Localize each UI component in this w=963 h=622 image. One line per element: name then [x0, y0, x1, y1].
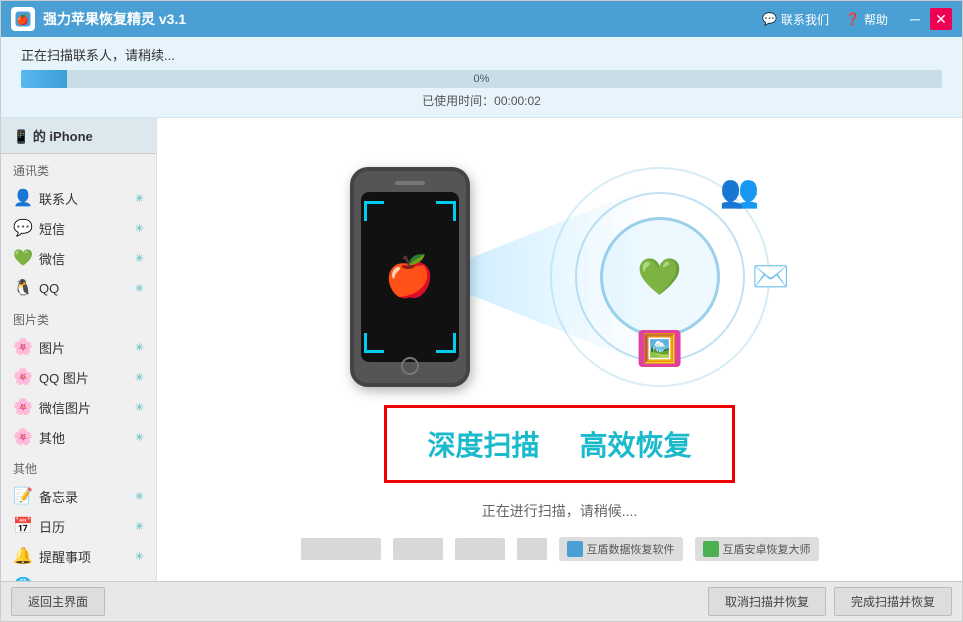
- sidebar-item-wechat[interactable]: 💚 微信 ✳: [1, 243, 156, 273]
- wechat-photos-icon: 🌸: [13, 397, 33, 417]
- cancel-scan-button[interactable]: 取消扫描并恢复: [708, 587, 826, 616]
- sidebar-item-other-photos[interactable]: 🌸 其他 ✳: [1, 422, 156, 452]
- phone-home-button: [401, 357, 419, 375]
- qq-label: QQ: [39, 281, 129, 296]
- titlebar-controls: 💬 联系我们 ❓ 帮助 ─ ✕: [762, 8, 952, 30]
- efficient-recovery-text: 高效恢复: [580, 424, 692, 464]
- notes-label: 备忘录: [39, 487, 129, 506]
- ad-logo-1: [567, 541, 583, 557]
- device-label: 📱 的 iPhone: [1, 118, 156, 154]
- time-label: 已使用时间：00:00:02: [21, 92, 942, 109]
- photos-label: 图片: [39, 338, 129, 357]
- contact-button[interactable]: 💬 联系我们: [762, 11, 829, 28]
- photos-icon: 🌸: [13, 337, 33, 357]
- scan-status-text: 正在进行扫描，请稍候....: [482, 501, 638, 521]
- main-layout: 📱 的 iPhone 通讯类 👤 联系人 ✳ 💬 短信 ✳ 💚 微信 ✳ �: [1, 118, 962, 581]
- progress-fill: [21, 70, 67, 88]
- sidebar-item-safari[interactable]: 🌐 Safari ✳: [1, 571, 156, 581]
- app-window: 🍎 强力苹果恢复精灵 v3.1 💬 联系我们 ❓ 帮助 ─ ✕ 正在扫描联系人，…: [0, 0, 963, 622]
- contacts-icon: 👤: [13, 188, 33, 208]
- scan-box: 深度扫描 高效恢复: [384, 405, 734, 483]
- minimize-button[interactable]: ─: [904, 8, 926, 30]
- phone-container: 🍎: [350, 167, 470, 387]
- back-home-button[interactable]: 返回主界面: [11, 587, 105, 616]
- complete-scan-button[interactable]: 完成扫描并恢复: [834, 587, 952, 616]
- progress-bar: 0%: [21, 70, 942, 88]
- sidebar-item-reminders[interactable]: 🔔 提醒事项 ✳: [1, 541, 156, 571]
- notes-icon: 📝: [13, 486, 33, 506]
- footer-buttons: 返回主界面: [11, 587, 105, 616]
- progress-label: 0%: [474, 73, 490, 85]
- scan-corner-bl: [364, 333, 384, 353]
- wechat-icon: 💚: [13, 248, 33, 268]
- content-area: 🍎 💚 👥 🖼️: [157, 118, 962, 581]
- window-buttons: ─ ✕: [904, 8, 952, 30]
- floating-photo-icon: 🖼️: [638, 330, 681, 367]
- ad-data-recovery-button[interactable]: 互盾数据恢复软件: [559, 537, 683, 561]
- bottom-ad-row: 互盾数据恢复软件 互盾安卓恢复大师: [301, 537, 819, 561]
- deep-scan-text: 深度扫描: [427, 424, 539, 464]
- calendar-label: 日历: [39, 517, 129, 536]
- reminders-icon: 🔔: [13, 546, 33, 566]
- other-photos-icon: 🌸: [13, 427, 33, 447]
- calendar-icon: 📅: [13, 516, 33, 536]
- section-title-photo: 图片类: [1, 303, 156, 332]
- close-button[interactable]: ✕: [930, 8, 952, 30]
- titlebar: 🍎 强力苹果恢复精灵 v3.1 💬 联系我们 ❓ 帮助 ─ ✕: [1, 1, 962, 37]
- sidebar: 📱 的 iPhone 通讯类 👤 联系人 ✳ 💬 短信 ✳ 💚 微信 ✳ �: [1, 118, 157, 581]
- reminders-label: 提醒事项: [39, 547, 129, 566]
- apple-logo: 🍎: [385, 253, 435, 300]
- qq-icon: 🐧: [13, 278, 33, 298]
- app-title: 强力苹果恢复精灵 v3.1: [43, 9, 754, 29]
- floating-contacts-icon: 👥: [720, 172, 760, 210]
- help-button[interactable]: ❓ 帮助: [845, 11, 888, 28]
- wechat-photos-label: 微信图片: [39, 398, 129, 417]
- contacts-label: 联系人: [39, 189, 129, 208]
- sidebar-item-qq-photos[interactable]: 🌸 QQ 图片 ✳: [1, 362, 156, 392]
- sidebar-item-photos[interactable]: 🌸 图片 ✳: [1, 332, 156, 362]
- sms-label: 短信: [39, 219, 129, 238]
- phone-speaker: [395, 181, 425, 185]
- footer-action-buttons: 取消扫描并恢复 完成扫描并恢复: [708, 587, 952, 616]
- sms-icon: 💬: [13, 218, 33, 238]
- sidebar-item-contacts[interactable]: 👤 联系人 ✳: [1, 183, 156, 213]
- sidebar-item-calendar[interactable]: 📅 日历 ✳: [1, 511, 156, 541]
- ad-placeholder-1: [301, 538, 381, 560]
- sidebar-item-qq[interactable]: 🐧 QQ ✳: [1, 273, 156, 303]
- sidebar-item-notes[interactable]: 📝 备忘录 ✳: [1, 481, 156, 511]
- ad-android-recovery-button[interactable]: 互盾安卓恢复大师: [695, 537, 819, 561]
- ad-logo-2: [703, 541, 719, 557]
- sidebar-item-sms[interactable]: 💬 短信 ✳: [1, 213, 156, 243]
- scan-corner-tr: [436, 201, 456, 221]
- phone-body: 🍎: [350, 167, 470, 387]
- scan-text: 正在扫描联系人，请稍续...: [21, 45, 942, 64]
- bottombar: 返回主界面 取消扫描并恢复 完成扫描并恢复: [1, 581, 962, 621]
- ad-placeholder-3: [455, 538, 505, 560]
- other-photos-label: 其他: [39, 428, 129, 447]
- chat-icon: 💬: [762, 12, 777, 26]
- ad-android-recovery-label: 互盾安卓恢复大师: [723, 541, 811, 557]
- svg-text:🍎: 🍎: [17, 13, 29, 26]
- sidebar-item-wechat-photos[interactable]: 🌸 微信图片 ✳: [1, 392, 156, 422]
- illustration: 🍎 💚 👥 🖼️: [177, 138, 942, 415]
- floating-email-icon: ✉️: [752, 259, 789, 294]
- ad-data-recovery-label: 互盾数据恢复软件: [587, 541, 675, 557]
- wechat-label: 微信: [39, 249, 129, 268]
- app-icon: 🍎: [11, 7, 35, 31]
- scan-corner-br: [436, 333, 456, 353]
- ad-placeholder-4: [517, 538, 547, 560]
- scan-corner-tl: [364, 201, 384, 221]
- section-title-other: 其他: [1, 452, 156, 481]
- device-icon: 📱: [13, 129, 29, 144]
- center-wechat-icon: 💚: [637, 256, 682, 298]
- scanbar: 正在扫描联系人，请稍续... 0% 已使用时间：00:00:02: [1, 37, 962, 118]
- section-title-comm: 通讯类: [1, 154, 156, 183]
- ad-placeholder-2: [393, 538, 443, 560]
- help-icon: ❓: [845, 12, 860, 26]
- qq-photos-label: QQ 图片: [39, 368, 129, 387]
- qq-photos-icon: 🌸: [13, 367, 33, 387]
